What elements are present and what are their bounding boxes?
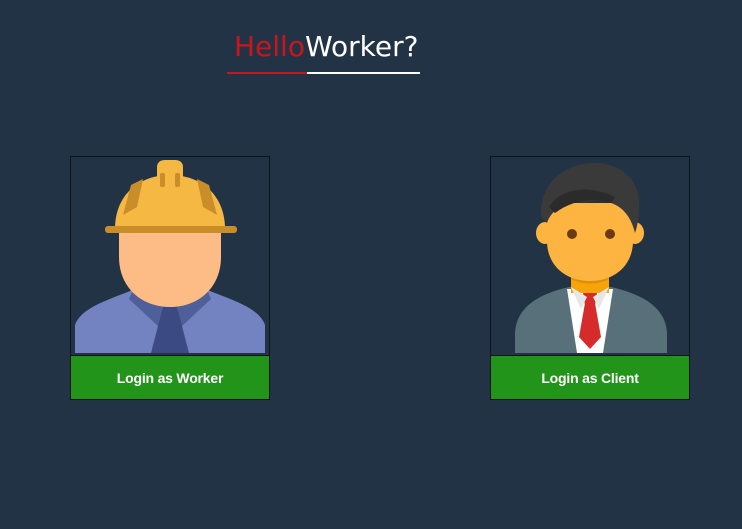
login-as-client-button[interactable]: Login as Client [491, 355, 689, 399]
worker-login-card[interactable]: Login as Worker [70, 156, 270, 400]
brand-title: HelloWorker? [234, 29, 419, 65]
brand-hello: Hello [234, 30, 305, 63]
client-login-card[interactable]: Login as Client [490, 156, 690, 400]
businessman-icon[interactable] [491, 157, 689, 355]
brand-underline-red [227, 72, 307, 74]
brand-underline-white [307, 72, 420, 74]
brand-worker: Worker? [304, 30, 419, 63]
login-as-worker-button[interactable]: Login as Worker [71, 355, 269, 399]
construction-worker-icon[interactable] [71, 157, 269, 355]
